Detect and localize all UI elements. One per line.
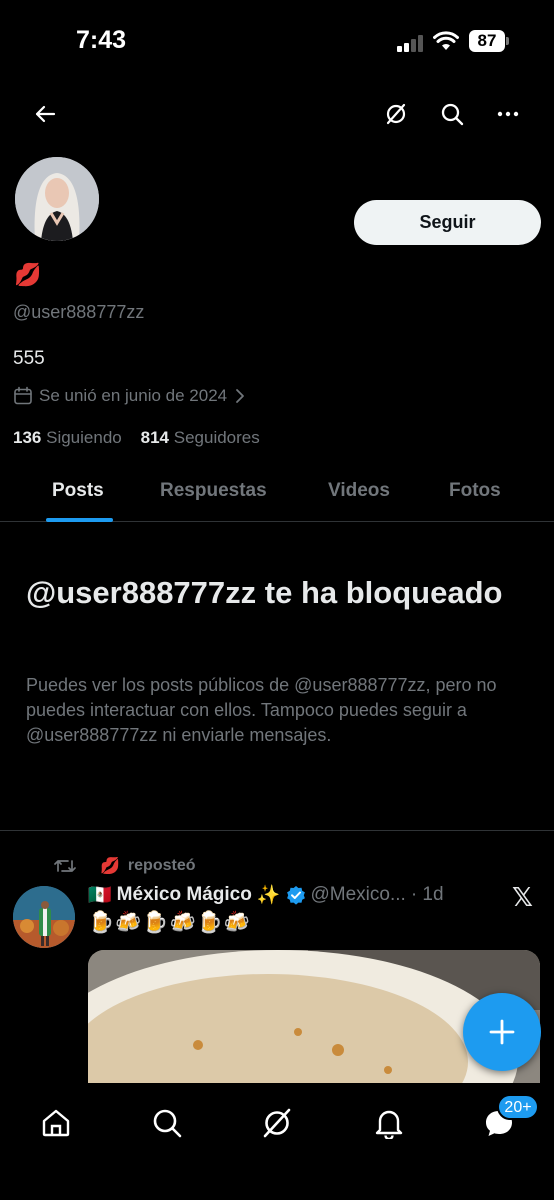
repost-label: reposteó (127, 857, 196, 874)
back-button[interactable] (27, 96, 63, 132)
status-time: 7:43 (76, 26, 127, 54)
wifi-icon (433, 31, 459, 50)
tab-fotos[interactable]: Fotos (449, 480, 501, 502)
messages-badge: 20+ (497, 1094, 539, 1120)
author-avatar-image (13, 886, 75, 948)
bell-icon (375, 1110, 403, 1139)
profile-avatar[interactable] (12, 154, 102, 244)
arrow-left-icon (35, 105, 56, 123)
following-label: Siguiendo (46, 428, 122, 447)
home-icon (42, 1109, 70, 1137)
display-name: 💋 (14, 262, 42, 287)
following-link[interactable]: 136 Siguiendo (13, 428, 122, 447)
grok-button[interactable] (378, 96, 414, 132)
battery-level: 87 (469, 30, 505, 52)
followers-count: 814 (140, 428, 170, 447)
verified-badge-icon (286, 886, 305, 905)
blocked-description: Puedes ver los posts públicos de @user88… (26, 675, 497, 745)
search-icon (153, 1109, 182, 1138)
x-logo-icon: 𝕏 (512, 882, 533, 912)
author-sparkle: ✨ (256, 885, 281, 906)
nav-grok[interactable] (257, 1103, 297, 1143)
post-header: 🇲🇽 México Mágico ✨ @Mexico... · 1d (88, 883, 468, 907)
followers-link[interactable]: 814 Seguidores (141, 428, 260, 447)
nav-search[interactable] (147, 1103, 187, 1143)
profile-bio: 555 (13, 348, 45, 369)
joined-date[interactable]: Se unió en junio de 2024 (13, 386, 247, 406)
calendar-icon (14, 386, 32, 405)
tab-posts[interactable]: Posts (52, 480, 104, 502)
nav-notifications[interactable] (369, 1103, 409, 1143)
tab-respuestas[interactable]: Respuestas (160, 480, 267, 502)
repost-indicator[interactable]: 💋 reposteó (54, 856, 196, 876)
post-author-handle: @Mexico... (310, 884, 406, 905)
grok-icon (386, 103, 406, 125)
top-nav (0, 92, 554, 136)
bottom-navigation (0, 1083, 554, 1200)
following-count: 136 (13, 428, 42, 447)
post-author-avatar[interactable] (13, 886, 75, 948)
more-horizontal-icon (497, 111, 519, 117)
divider (0, 830, 554, 831)
repost-icon (54, 860, 76, 872)
more-options-button[interactable] (490, 96, 526, 132)
profile-tabs: Posts Respuestas Videos Fotos (0, 466, 554, 522)
grok-icon (263, 1108, 291, 1138)
search-icon (441, 103, 464, 126)
post-author-name[interactable]: México Mágico (117, 884, 252, 906)
search-button[interactable] (434, 96, 470, 132)
chevron-right-icon (236, 389, 245, 403)
author-flag: 🇲🇽 (88, 885, 112, 906)
plus-icon (489, 1019, 515, 1045)
active-tab-indicator (46, 518, 113, 522)
joined-text: Se unió en junio de 2024 (39, 386, 228, 405)
post-time: · 1d (410, 884, 444, 905)
avatar-image (15, 157, 99, 241)
compose-button[interactable] (463, 993, 541, 1071)
blocked-title: @user888777zz te ha bloqueado (26, 575, 503, 610)
followers-label: Seguidores (173, 428, 260, 447)
cellular-signal-icon (397, 34, 427, 52)
repost-emoji: 💋 (100, 858, 120, 875)
profile-handle: @user888777zz (13, 302, 145, 322)
follow-button[interactable]: Seguir (354, 200, 541, 245)
battery-tip (506, 37, 509, 45)
tab-videos[interactable]: Videos (328, 480, 390, 502)
nav-home[interactable] (36, 1103, 76, 1143)
post-text: 🍺🍻🍺🍻🍺🍻 (88, 911, 251, 934)
follow-stats: 136 Siguiendo 814 Seguidores (13, 428, 260, 448)
status-bar: 7:43 87 (0, 0, 554, 80)
